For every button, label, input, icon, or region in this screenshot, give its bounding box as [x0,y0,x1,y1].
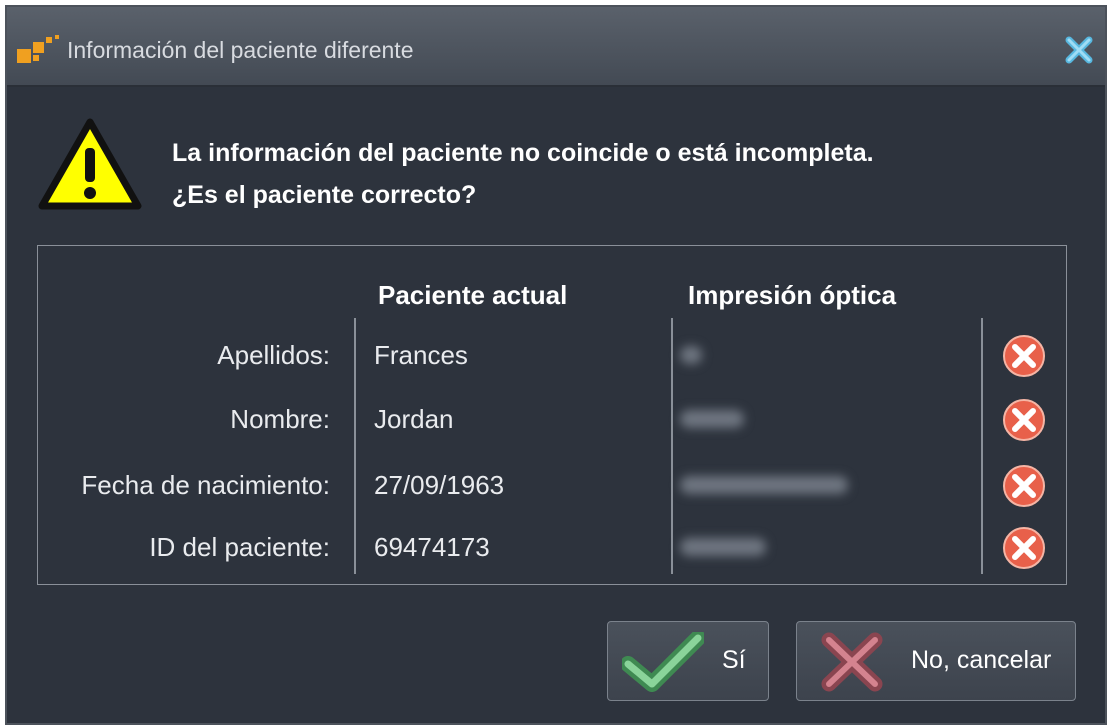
warning-icon [38,118,142,210]
current-value-id: 69474173 [374,532,490,562]
blurred-optical-value [680,346,702,364]
mismatch-x-icon [1003,335,1045,377]
current-value-nombre: Jordan [374,404,454,434]
column-header-optical: Impresión óptica [688,280,897,310]
column-divider [981,318,983,574]
title-bar[interactable]: Información del paciente diferente [7,7,1105,87]
message-line-2: ¿Es el paciente correcto? [172,181,477,209]
close-icon [1065,36,1093,64]
question-message: La información del paciente no coincide … [172,132,874,216]
message-line-1: La información del paciente no coincide … [172,139,874,167]
row-label-apellidos: Apellidos: [217,340,330,370]
current-value-fecha: 27/09/1963 [374,470,505,500]
column-divider [354,318,356,574]
blurred-optical-value [680,538,766,556]
column-header-current: Paciente actual [378,280,568,310]
app-logo-icon [17,35,59,63]
yes-button-label: Sí [722,646,746,674]
close-button[interactable] [1063,34,1095,66]
cross-icon [821,632,883,692]
no-cancel-button[interactable]: No, cancelar [796,621,1076,701]
checkmark-icon [622,632,704,692]
current-value-apellidos: Frances [374,340,468,370]
blurred-optical-value [680,476,848,494]
mismatch-x-icon [1003,465,1045,507]
blurred-optical-value [680,410,744,428]
row-label-fecha: Fecha de nacimiento: [81,470,330,500]
yes-button[interactable]: Sí [607,621,769,701]
row-label-id: ID del paciente: [149,532,330,562]
mismatch-x-icon [1003,527,1045,569]
no-cancel-button-label: No, cancelar [911,646,1052,674]
column-divider [671,318,673,574]
row-label-nombre: Nombre: [230,404,330,434]
window-title: Información del paciente diferente [67,37,414,63]
mismatch-x-icon [1003,399,1045,441]
